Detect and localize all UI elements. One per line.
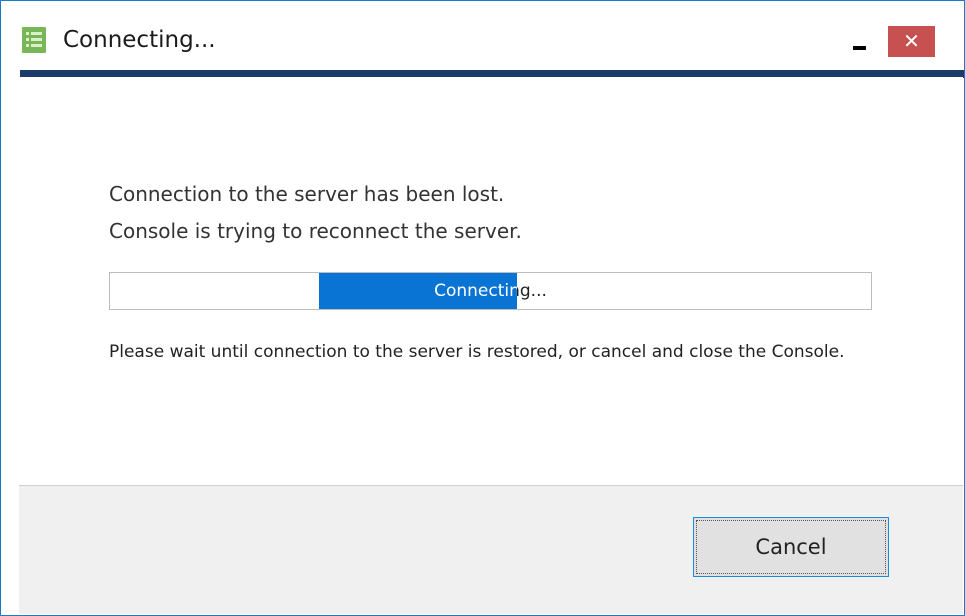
cancel-button-label: Cancel (696, 520, 886, 574)
cancel-button[interactable]: Cancel (693, 517, 889, 577)
connection-progress-bar: Connecting... Connecting... (109, 272, 872, 310)
reconnect-message: Console is trying to reconnect the serve… (109, 219, 522, 243)
title-bar[interactable]: Connecting... ✕ (1, 1, 964, 70)
wait-instructions: Please wait until connection to the serv… (109, 342, 845, 362)
close-icon: ✕ (903, 29, 920, 53)
app-list-icon (22, 27, 46, 53)
progress-label-highlight: Connecting... (434, 281, 517, 301)
connection-lost-message: Connection to the server has been lost. (109, 182, 505, 206)
minimize-icon (853, 46, 866, 50)
close-button[interactable]: ✕ (888, 26, 935, 57)
minimize-button[interactable] (841, 25, 881, 57)
window-title: Connecting... (63, 27, 216, 53)
progress-fill: Connecting... (319, 273, 517, 309)
dialog-footer: Cancel (19, 486, 963, 614)
dialog-content: Connection to the server has been lost. … (19, 77, 963, 487)
